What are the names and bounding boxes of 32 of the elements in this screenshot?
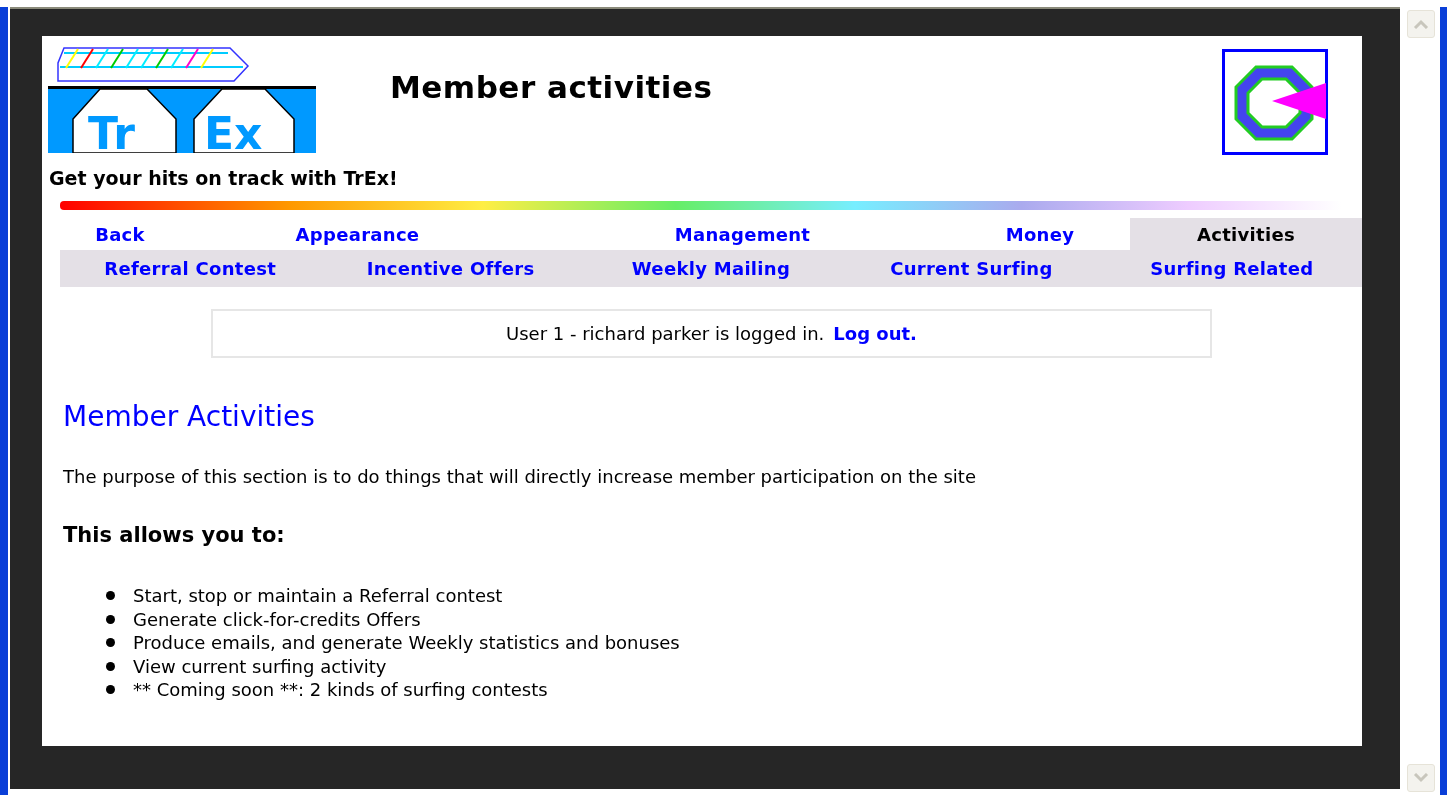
octagon-logo-icon [1222, 49, 1328, 155]
list-heading: This allows you to: [63, 523, 286, 547]
chevron-up-icon [1413, 19, 1429, 29]
login-status-text: User 1 - richard parker is logged in. [506, 323, 825, 344]
subnav-link[interactable]: Weekly Mailing [580, 250, 842, 287]
list-item: Generate click-for-credits Offers [133, 608, 421, 630]
page-title: Member activities [390, 69, 714, 105]
nav-tab[interactable]: Appearance [180, 218, 535, 250]
list-item: Produce emails, and generate Weekly statistics and bonuses [133, 632, 680, 654]
subnav-link[interactable]: Referral Contest [60, 250, 321, 287]
bullet-icon [106, 614, 115, 624]
logout-link[interactable]: Log out. [833, 323, 917, 344]
scroll-up-button[interactable] [1407, 10, 1435, 38]
scroll-down-button[interactable] [1407, 764, 1435, 792]
nav-tab[interactable]: Management [535, 218, 950, 250]
nav-tab[interactable]: Activities [1130, 218, 1362, 250]
chevron-down-icon [1413, 773, 1429, 783]
nav-tab[interactable]: Money [950, 218, 1130, 250]
bullet-icon [106, 685, 115, 695]
list-item: ** Coming soon **: 2 kinds of surfing contests [133, 679, 548, 701]
bullet-icon [106, 661, 115, 671]
list-item: View current surfing activity [133, 655, 387, 677]
subnav-link[interactable]: Surfing Related [1101, 250, 1362, 287]
section-heading: Member Activities [63, 400, 316, 433]
tagline: Get your hits on track with TrEx! [49, 167, 398, 189]
list-item: Start, stop or maintain a Referral contest [133, 585, 503, 607]
subnav-link[interactable]: Current Surfing [841, 250, 1102, 287]
intro-text: The purpose of this section is to do things that will directly increase member participation on the site [63, 466, 977, 487]
nav-tab[interactable]: Back [60, 218, 180, 250]
bullet-icon [106, 591, 115, 601]
subnav-link[interactable]: Incentive Offers [320, 250, 581, 287]
bullet-icon [106, 638, 115, 648]
